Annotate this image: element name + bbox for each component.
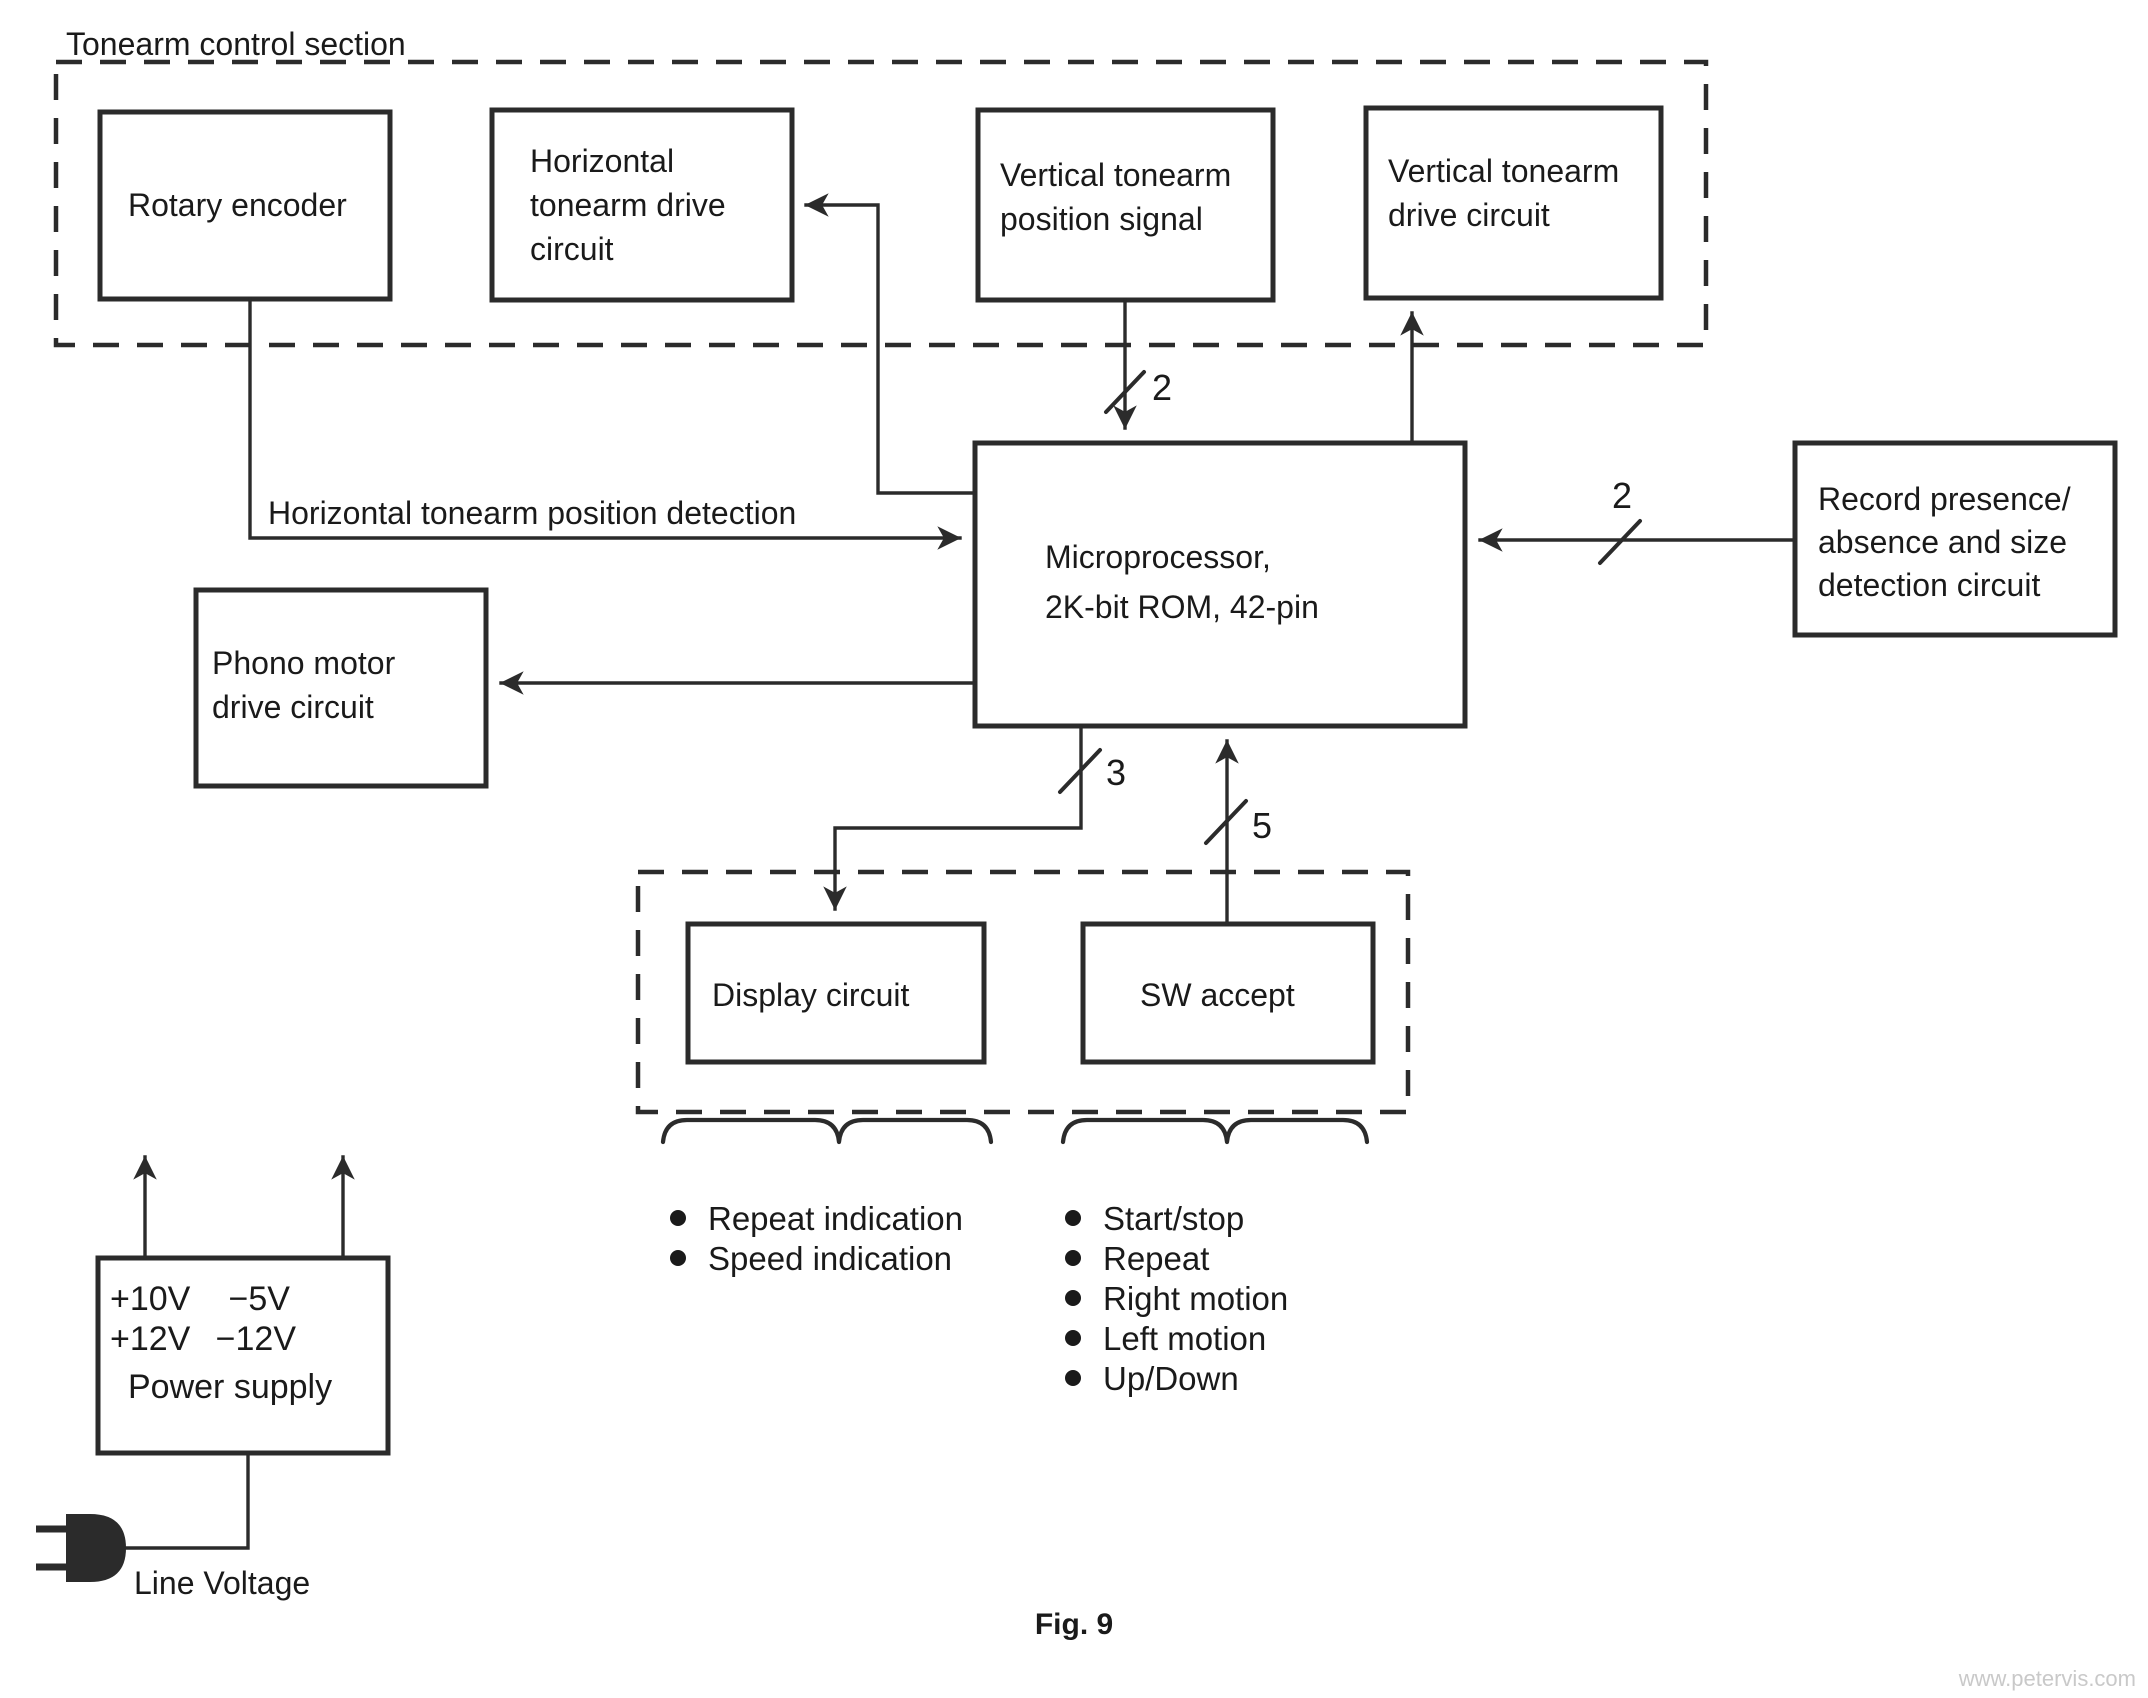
wire-label-horizontal-tonearm-position-detection: Horizontal tonearm position detection [268,495,796,531]
bullet-switch-functions-3: Left motion [1103,1320,1266,1357]
power-supply-rail-neg-1: −5V [229,1280,291,1318]
bullet-display-functions-1: Speed indication [708,1240,952,1277]
wire-line-voltage [116,1451,250,1550]
power-supply-rail-pos-2: +12V [110,1320,191,1358]
block-display-circuit-label: Display circuit [712,977,909,1013]
bullet-switch-functions-2: Right motion [1103,1280,1288,1317]
bullet-switch-functions-4: Up/Down [1103,1360,1239,1397]
block-microprocessor-line1: Microprocessor, [1045,539,1271,575]
block-record-detection-line1: Record presence/ [1818,481,2071,517]
bullet-marker [670,1250,686,1266]
block-phono-motor-line2: drive circuit [212,689,374,725]
block-vertical-position-line1: Vertical tonearm [1000,157,1231,193]
block-microprocessor [972,440,1468,729]
bullet-display-functions-0: Repeat indication [708,1200,963,1237]
bullet-marker [1065,1370,1081,1386]
bus-slash-record-detection [1598,519,1642,565]
block-phono-motor-drive-circuit [193,587,489,789]
bus-label-vertical-position: 2 [1152,367,1172,408]
brace-display-functions [660,1117,994,1145]
block-horizontal-drive-line3: circuit [530,231,614,267]
block-vertical-drive-line2: drive circuit [1388,197,1550,233]
block-power-supply-label: Power supply [128,1368,332,1406]
bullet-switch-functions-1: Repeat [1103,1240,1209,1277]
figure-caption: Fig. 9 [1035,1608,1113,1641]
block-horizontal-drive-line1: Horizontal [530,143,674,179]
block-phono-motor-line1: Phono motor [212,645,396,681]
bullet-switch-functions-0: Start/stop [1103,1200,1244,1237]
block-diagram: Tonearm control section Rotary encoder H… [0,0,2148,1698]
figure-canvas: Tonearm control section Rotary encoder H… [36,26,2136,1691]
wire-microprocessor-to-horizontal-drive [804,193,977,495]
watermark: www.petervis.com [1958,1666,2136,1691]
block-sw-accept-label: SW accept [1140,977,1295,1013]
block-vertical-position-line2: position signal [1000,201,1203,237]
power-supply-rail-pos-1: +10V [110,1280,191,1318]
wire-microprocessor-to-display-circuit [823,724,1083,911]
bus-label-display-circuit: 3 [1106,752,1126,793]
bullet-marker [1065,1210,1081,1226]
bullet-marker [1065,1250,1081,1266]
bus-label-sw-accept: 5 [1252,805,1272,846]
bullet-marker [1065,1330,1081,1346]
block-record-detection-line3: detection circuit [1818,567,2040,603]
power-supply-rail-neg-2: −12V [216,1320,297,1358]
bullet-marker [1065,1290,1081,1306]
brace-switch-functions [1060,1117,1370,1145]
bullet-marker [670,1210,686,1226]
bus-label-record-detection: 2 [1612,475,1632,516]
block-vertical-drive-line1: Vertical tonearm [1388,153,1619,189]
tonearm-control-section-label: Tonearm control section [66,26,406,62]
block-rotary-encoder-label: Rotary encoder [128,187,347,223]
power-plug-icon [36,1514,126,1582]
block-record-detection-line2: absence and size [1818,524,2067,560]
block-microprocessor-line2: 2K-bit ROM, 42-pin [1045,589,1319,625]
line-voltage-label: Line Voltage [134,1565,310,1601]
block-horizontal-drive-line2: tonearm drive [530,187,726,223]
